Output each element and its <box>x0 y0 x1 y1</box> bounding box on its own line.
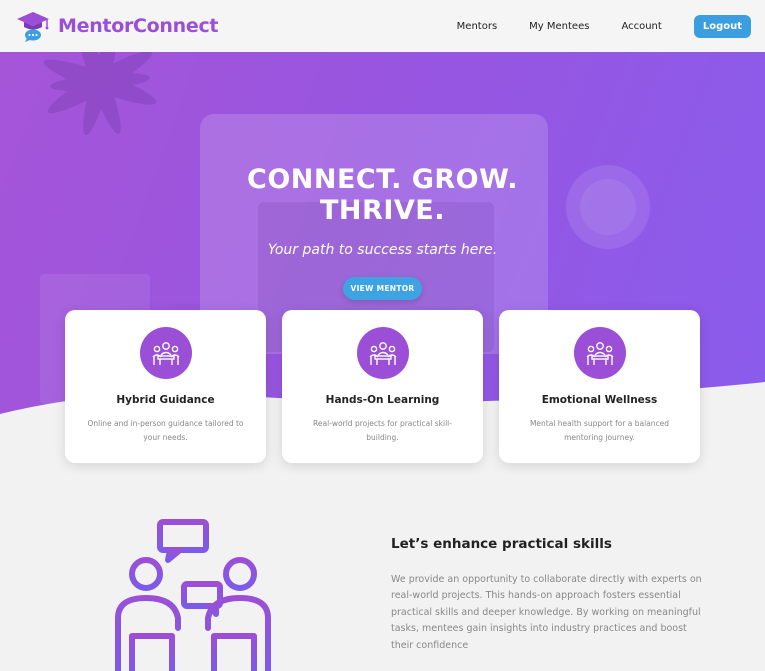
feature-description: Real-world projects for practical skill-… <box>313 419 452 442</box>
skills-title: Let’s enhance practical skills <box>391 536 612 552</box>
meeting-people-icon <box>139 327 192 379</box>
meeting-people-icon <box>356 327 409 379</box>
graduation-cap-chat-icon <box>17 12 49 42</box>
brand-name: MentorConnect <box>58 15 219 37</box>
hero-subtitle: Your path to success starts here. <box>267 242 498 258</box>
hero-title-line1: CONNECT. GROW. <box>247 164 518 195</box>
feature-card-hands-on-learning: Hands-On Learning Real-world projects fo… <box>282 310 483 463</box>
view-mentor-button[interactable]: VIEW MENTOR <box>343 277 422 300</box>
feature-title: Hybrid Guidance <box>116 394 215 406</box>
feature-title: Emotional Wellness <box>541 394 658 406</box>
feature-description: Online and in-person guidance tailored t… <box>87 419 244 442</box>
nav-links: Mentors My Mentees Account Logout <box>425 14 751 38</box>
feature-card-emotional-wellness: Emotional Wellness Mental health support… <box>499 310 700 463</box>
hero-title: CONNECT. GROW. THRIVE. <box>0 164 765 226</box>
meeting-people-icon <box>573 327 626 379</box>
skills-text: We provide an opportunity to collaborate… <box>391 574 702 651</box>
hero-title-line2: THRIVE. <box>320 195 445 226</box>
feature-title: Hands-On Learning <box>325 394 440 406</box>
nav-link-mentors[interactable]: Mentors <box>457 21 497 32</box>
feature-card-hybrid-guidance: Hybrid Guidance Online and in-person gui… <box>65 310 266 463</box>
nav-link-my-mentees[interactable]: My Mentees <box>529 21 589 32</box>
logout-button[interactable]: Logout <box>693 14 751 38</box>
feature-description: Mental health support for a balanced men… <box>529 419 670 442</box>
mentor-mentee-chat-icon <box>115 519 271 671</box>
navbar: MentorConnect Mentors My Mentees Account… <box>0 0 765 52</box>
brand[interactable]: MentorConnect <box>16 10 219 42</box>
nav-link-account[interactable]: Account <box>621 21 661 32</box>
